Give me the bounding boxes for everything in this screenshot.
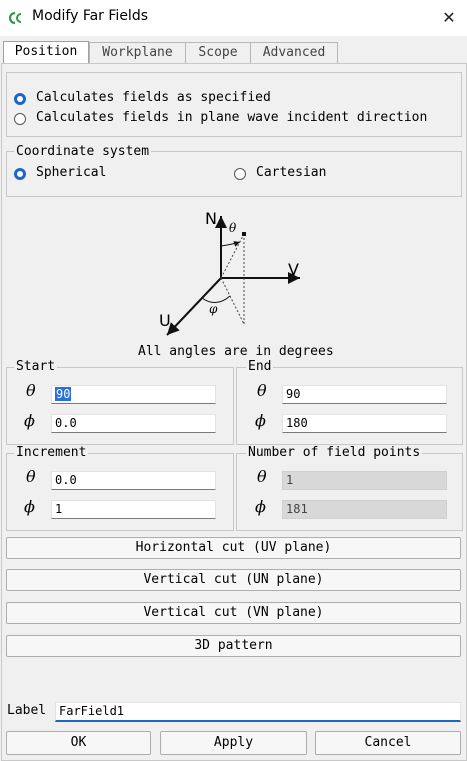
ok-button[interactable]: OK	[6, 731, 151, 755]
v-axis-label: V	[288, 260, 299, 279]
tab-advanced[interactable]: Advanced	[250, 42, 338, 63]
increment-phi-input[interactable]: 1	[51, 500, 216, 519]
coordinate-system-title: Coordinate system	[14, 144, 152, 159]
apply-button[interactable]: Apply	[160, 731, 307, 755]
close-icon: ✕	[442, 7, 456, 27]
increment-theta-symbol: θ	[26, 467, 36, 486]
app-logo-icon	[9, 11, 22, 25]
start-title: Start	[14, 359, 58, 374]
field-points-phi-value: 181	[282, 500, 447, 519]
tab-scope[interactable]: Scope	[185, 42, 251, 63]
spherical-radio[interactable]	[14, 168, 26, 180]
mode-specified-label[interactable]: Calculates fields as specified	[36, 90, 271, 105]
direction-line	[220, 233, 245, 279]
vertical-cut-un-button[interactable]: Vertical cut (UN plane)	[6, 569, 461, 591]
n-axis-label: N	[205, 209, 217, 228]
end-theta-input[interactable]: 90	[282, 385, 447, 404]
field-points-phi-symbol: ϕ	[255, 497, 266, 516]
mode-plane-wave-radio[interactable]	[14, 113, 26, 125]
field-points-group	[236, 453, 463, 531]
end-group	[236, 367, 463, 445]
field-points-theta-symbol: θ	[257, 467, 267, 486]
window-title: Modify Far Fields	[32, 8, 148, 24]
tab-workplane[interactable]: Workplane	[89, 42, 186, 63]
end-title: End	[246, 359, 274, 374]
u-axis-label: U	[159, 311, 171, 330]
cartesian-label[interactable]: Cartesian	[256, 165, 326, 180]
start-theta-symbol: θ	[26, 381, 36, 400]
field-points-theta-value: 1	[282, 471, 447, 490]
start-theta-input[interactable]: 90	[51, 385, 216, 404]
tab-position[interactable]: Position	[3, 41, 89, 64]
phi-diagram-label: φ	[209, 302, 218, 316]
mode-specified-radio[interactable]	[14, 93, 26, 105]
start-phi-input[interactable]: 0.0	[51, 414, 216, 433]
cancel-button[interactable]: Cancel	[315, 731, 461, 755]
increment-theta-input[interactable]: 0.0	[51, 471, 216, 490]
direction-point	[242, 232, 246, 236]
end-theta-symbol: θ	[257, 381, 267, 400]
end-phi-input[interactable]: 180	[282, 414, 447, 433]
start-group	[6, 367, 234, 445]
increment-phi-symbol: ϕ	[24, 497, 35, 516]
cartesian-radio[interactable]	[234, 168, 246, 180]
projection-line	[220, 277, 245, 325]
theta-diagram-label: θ	[229, 221, 237, 235]
vertical-cut-vn-button[interactable]: Vertical cut (VN plane)	[6, 602, 461, 624]
theta-arc	[220, 241, 241, 247]
close-button[interactable]: ✕	[436, 5, 462, 29]
label-input-value: FarField1	[59, 704, 125, 718]
label-input[interactable]: FarField1	[55, 702, 461, 722]
increment-group	[6, 453, 234, 531]
end-phi-symbol: ϕ	[255, 411, 266, 430]
field-points-title: Number of field points	[246, 445, 423, 460]
3d-pattern-button[interactable]: 3D pattern	[6, 635, 461, 657]
horizontal-cut-uv-button[interactable]: Horizontal cut (UV plane)	[6, 537, 461, 559]
diagram-caption: All angles are in degrees	[138, 344, 334, 359]
increment-title: Increment	[14, 445, 89, 460]
mode-plane-wave-label[interactable]: Calculates fields in plane wave incident…	[36, 110, 427, 125]
label-field-label: Label	[7, 703, 47, 718]
spherical-label[interactable]: Spherical	[36, 165, 106, 180]
start-phi-symbol: ϕ	[24, 411, 35, 430]
